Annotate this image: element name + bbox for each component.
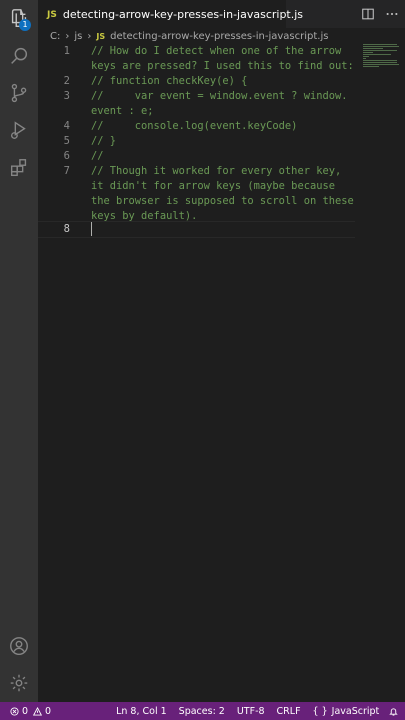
source-control-button[interactable] xyxy=(0,75,38,111)
breadcrumb-folder[interactable]: js xyxy=(74,31,82,42)
code-line: keys by default). xyxy=(91,210,198,222)
explorer-badge: 1 xyxy=(19,19,31,31)
line-number: 4 xyxy=(63,120,70,132)
line-number-active: 8 xyxy=(63,223,70,235)
accounts-button[interactable] xyxy=(0,628,38,664)
extensions-icon xyxy=(10,159,27,177)
encoding[interactable]: UTF-8 xyxy=(237,706,265,717)
split-editor-icon[interactable] xyxy=(361,7,375,21)
explorer-button[interactable]: 1 xyxy=(0,0,38,36)
tab-active-file[interactable]: JS detecting-arrow-key-presses-in-javasc… xyxy=(38,0,303,28)
line-ending[interactable]: CRLF xyxy=(277,706,301,717)
code-line: it didn't for arrow keys (maybe because xyxy=(91,180,335,192)
manage-button[interactable] xyxy=(0,665,38,701)
minimap[interactable] xyxy=(359,44,401,74)
code-line: // xyxy=(91,150,104,162)
language-mode[interactable]: { } JavaScript xyxy=(313,706,380,717)
line-number: 1 xyxy=(63,45,70,57)
code-editor[interactable]: 1 2 3 4 5 6 7 8 // How do I detect when … xyxy=(38,44,405,702)
run-debug-icon xyxy=(10,121,26,139)
line-ending-label: CRLF xyxy=(276,705,301,717)
line-number: 7 xyxy=(63,165,70,177)
indentation[interactable]: Spaces: 2 xyxy=(179,706,225,717)
error-icon xyxy=(10,706,19,716)
braces-icon: { } xyxy=(312,705,328,717)
indentation-label: Spaces: 2 xyxy=(178,705,225,717)
warning-count: 0 xyxy=(45,705,52,717)
search-button[interactable] xyxy=(0,38,38,74)
breadcrumb: C: › js › JS detecting-arrow-key-presses… xyxy=(38,28,405,44)
activity-bar: 1 xyxy=(0,0,38,702)
code-line: keys are pressed? I used this to find ou… xyxy=(91,60,354,72)
code-line: // How do I detect when one of the arrow xyxy=(91,45,342,57)
warning-icon xyxy=(33,706,43,716)
settings-gear-icon xyxy=(10,674,28,692)
chevron-right-icon: › xyxy=(65,30,70,42)
account-icon xyxy=(10,637,28,655)
problems-indicator[interactable]: 0 0 xyxy=(10,706,51,717)
tab-bar: JS detecting-arrow-key-presses-in-javasc… xyxy=(38,0,405,28)
javascript-file-icon: JS xyxy=(96,31,106,41)
bell-icon xyxy=(389,707,399,716)
status-bar: 0 0 Ln 8, Col 1 Spaces: 2 UTF-8 CRLF { }… xyxy=(0,702,405,720)
code-line: the browser is supposed to scroll on the… xyxy=(91,195,354,207)
code-line: event : e; xyxy=(91,105,154,117)
encoding-label: UTF-8 xyxy=(236,705,265,717)
source-control-icon xyxy=(11,83,27,103)
editor-actions xyxy=(361,0,399,28)
cursor-position-label: Ln 8, Col 1 xyxy=(116,705,167,717)
breadcrumb-file[interactable]: detecting-arrow-key-presses-in-javascrip… xyxy=(110,31,328,42)
line-number: 3 xyxy=(63,90,70,102)
code-line: // } xyxy=(91,135,117,147)
code-line: // function checkKey(e) { xyxy=(91,75,248,87)
code-line: // Though it worked for every other key, xyxy=(91,165,342,177)
code-line: // var event = window.event ? window. xyxy=(91,90,348,102)
error-count: 0 xyxy=(22,705,29,717)
code-line: // console.log(event.keyCode) xyxy=(91,120,298,132)
notifications-button[interactable] xyxy=(389,707,401,716)
line-number: 5 xyxy=(63,135,70,147)
cursor-position[interactable]: Ln 8, Col 1 xyxy=(116,706,167,717)
javascript-file-icon: JS xyxy=(47,9,57,20)
line-number: 6 xyxy=(63,150,70,162)
breadcrumb-root[interactable]: C: xyxy=(50,31,60,42)
text-cursor xyxy=(91,222,92,236)
chevron-right-icon: › xyxy=(87,30,92,42)
language-label: JavaScript xyxy=(331,705,380,717)
search-icon xyxy=(11,47,28,64)
run-debug-button[interactable] xyxy=(0,112,38,148)
extensions-button[interactable] xyxy=(0,150,38,186)
line-number: 2 xyxy=(63,75,70,87)
tab-label: detecting-arrow-key-presses-in-javascrip… xyxy=(62,8,304,21)
more-actions-icon[interactable] xyxy=(385,7,399,21)
